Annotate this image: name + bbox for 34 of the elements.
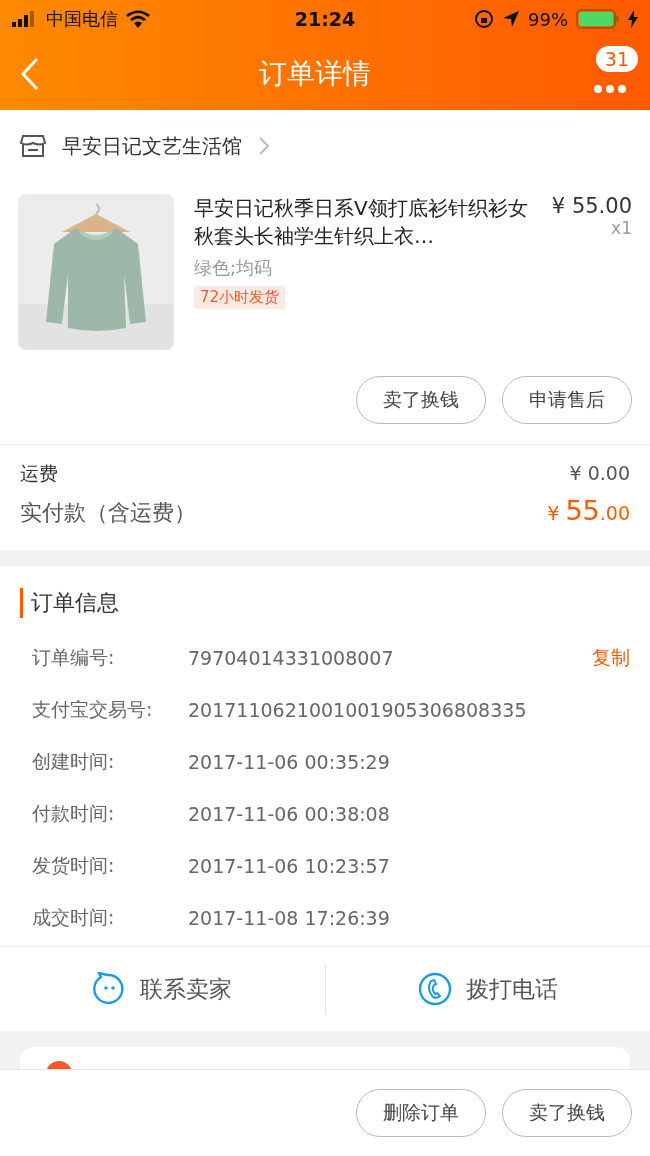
info-value: 2017-11-08 17:26:39 [188,907,391,929]
total-amount: ¥ 55.00 [547,495,630,526]
shipping-fee: ¥ 0.00 [569,462,630,484]
contact-button[interactable]: 拨打电话 [325,971,650,1007]
shipping-tag: 72小时发货 [194,286,286,309]
product-title[interactable]: 早安日记秋季日系V领打底衫针织衫女秋套头长袖学生针织上衣… [194,194,538,250]
info-label: 发货时间: [32,853,116,878]
page-title: 订单详情 [258,56,372,92]
total-label: 实付款（含运费） [20,499,196,527]
info-label: 成交时间: [32,905,116,930]
shipping-label: 运费 [20,461,58,486]
product-price: ¥ 55.00 [551,194,632,218]
info-value: 2017-11-06 00:38:08 [188,803,391,825]
product-quantity: x1 [611,218,632,238]
info-label: 创建时间: [32,749,116,774]
info-label: 付款时间: [32,801,116,826]
shop-name[interactable]: 早安日记文艺生活馆 [62,132,242,160]
contact-button[interactable]: 联系卖家 [0,971,325,1007]
info-value: 2017-11-06 10:23:57 [188,855,391,877]
action-button[interactable]: 卖了换钱 [356,376,486,424]
battery-percent: 99% [528,8,568,30]
action-button[interactable]: 卖了换钱 [502,1089,632,1137]
section-title: 订单信息 [20,588,630,618]
clock-time: 21:24 [293,8,357,30]
info-label: 支付宝交易号: [32,697,154,722]
action-button[interactable]: 删除订单 [356,1089,486,1137]
info-value: 2017110621001001905306808335 [188,699,528,721]
carrier-name: 中国电信 [46,7,118,31]
info-value: 2017-11-06 00:35:29 [188,751,391,773]
notification-badge: 31 [595,46,638,72]
info-label: 订单编号: [32,645,116,670]
product-variant: 绿色;均码 [194,256,274,280]
action-button[interactable]: 申请售后 [502,376,632,424]
info-value: 79704014331008007 [188,647,395,669]
